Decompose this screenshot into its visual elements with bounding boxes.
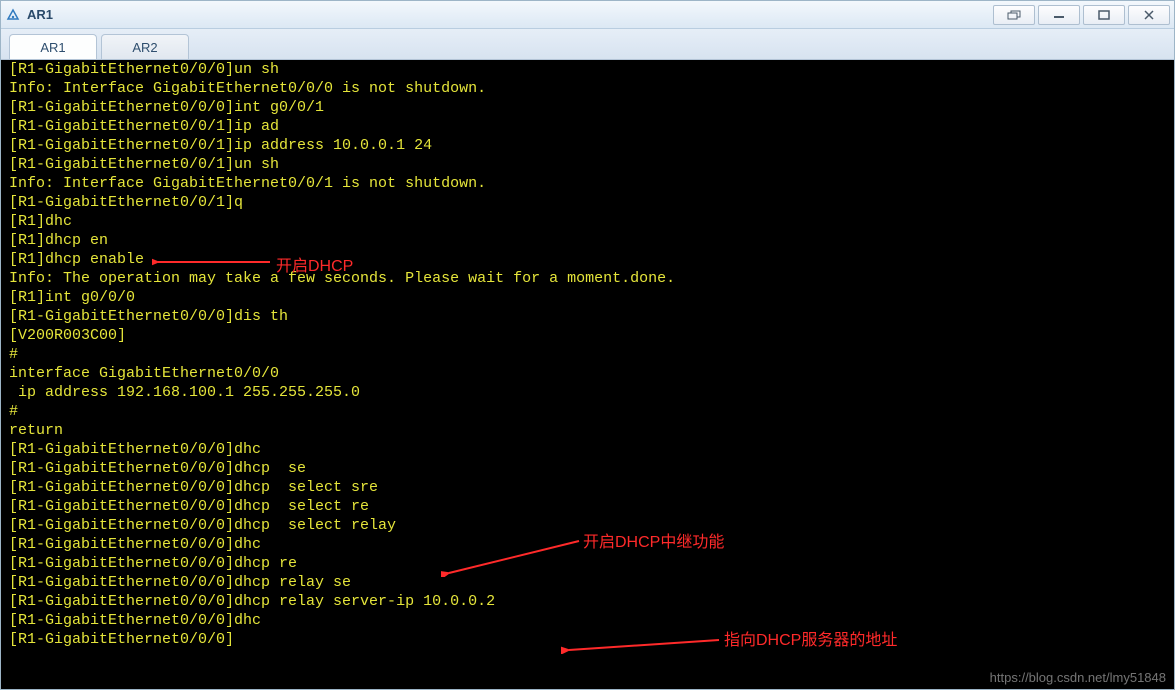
terminal-line: Info: Interface GigabitEthernet0/0/1 is …: [1, 174, 1174, 193]
tab-ar2[interactable]: AR2: [101, 34, 189, 60]
terminal-line: [R1-GigabitEthernet0/0/0]int g0/0/1: [1, 98, 1174, 117]
terminal-line: Info: Interface GigabitEthernet0/0/0 is …: [1, 79, 1174, 98]
terminal-line: [R1-GigabitEthernet0/0/0]dhc: [1, 535, 1174, 554]
window-title: AR1: [27, 7, 990, 22]
terminal-line: [R1-GigabitEthernet0/0/0]dhcp re: [1, 554, 1174, 573]
terminal-line: [R1-GigabitEthernet0/0/1]ip address 10.0…: [1, 136, 1174, 155]
terminal-line: [R1]dhcp en: [1, 231, 1174, 250]
terminal-area[interactable]: [R1-GigabitEthernet0/0/0]un shInfo: Inte…: [1, 59, 1174, 689]
restore-button[interactable]: [993, 5, 1035, 25]
terminal-line: [R1]int g0/0/0: [1, 288, 1174, 307]
tab-label: AR1: [40, 40, 65, 55]
terminal-line: [R1-GigabitEthernet0/0/0]dhcp se: [1, 459, 1174, 478]
terminal-output[interactable]: [R1-GigabitEthernet0/0/0]un shInfo: Inte…: [1, 60, 1174, 689]
terminal-line: ip address 192.168.100.1 255.255.255.0: [1, 383, 1174, 402]
terminal-line: #: [1, 402, 1174, 421]
terminal-line: [R1-GigabitEthernet0/0/0]un sh: [1, 60, 1174, 79]
tab-ar1[interactable]: AR1: [9, 34, 97, 60]
tab-bar: AR1 AR2: [1, 29, 1174, 59]
terminal-line: [R1-GigabitEthernet0/0/0]: [1, 630, 1174, 649]
titlebar[interactable]: AR1: [1, 1, 1174, 29]
terminal-line: Info: The operation may take a few secon…: [1, 269, 1174, 288]
window-frame: AR1 AR1 AR2 [R1-GigabitEthernet0/0/0]un …: [0, 0, 1175, 690]
minimize-button[interactable]: [1038, 5, 1080, 25]
terminal-line: [R1]dhcp enable: [1, 250, 1174, 269]
terminal-line: [R1-GigabitEthernet0/0/1]un sh: [1, 155, 1174, 174]
terminal-line: [R1-GigabitEthernet0/0/0]dis th: [1, 307, 1174, 326]
maximize-button[interactable]: [1083, 5, 1125, 25]
terminal-line: return: [1, 421, 1174, 440]
terminal-line: [R1]dhc: [1, 212, 1174, 231]
terminal-line: [R1-GigabitEthernet0/0/1]q: [1, 193, 1174, 212]
close-button[interactable]: [1128, 5, 1170, 25]
tab-label: AR2: [132, 40, 157, 55]
terminal-line: [R1-GigabitEthernet0/0/0]dhcp select sre: [1, 478, 1174, 497]
terminal-line: [R1-GigabitEthernet0/0/0]dhcp relay se: [1, 573, 1174, 592]
window-buttons: [990, 5, 1170, 25]
terminal-line: #: [1, 345, 1174, 364]
terminal-line: [R1-GigabitEthernet0/0/0]dhcp select rel…: [1, 516, 1174, 535]
terminal-line: [R1-GigabitEthernet0/0/0]dhcp select re: [1, 497, 1174, 516]
app-icon: [5, 7, 21, 23]
terminal-line: [R1-GigabitEthernet0/0/0]dhcp relay serv…: [1, 592, 1174, 611]
terminal-line: interface GigabitEthernet0/0/0: [1, 364, 1174, 383]
terminal-line: [R1-GigabitEthernet0/0/0]dhc: [1, 440, 1174, 459]
terminal-line: [R1-GigabitEthernet0/0/0]dhc: [1, 611, 1174, 630]
terminal-line: [V200R003C00]: [1, 326, 1174, 345]
watermark: https://blog.csdn.net/lmy51848: [990, 670, 1166, 685]
terminal-line: [R1-GigabitEthernet0/0/1]ip ad: [1, 117, 1174, 136]
